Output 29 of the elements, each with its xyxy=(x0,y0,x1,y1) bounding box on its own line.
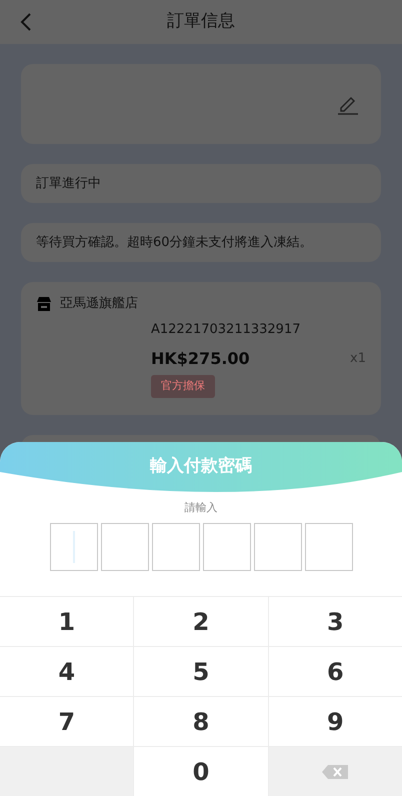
number-key[interactable]: 1 xyxy=(0,597,134,646)
pin-field[interactable] xyxy=(202,522,250,570)
order-status: 訂單進行中 xyxy=(36,174,101,193)
number-key[interactable]: 3 xyxy=(268,597,402,646)
pin-field[interactable] xyxy=(100,522,148,570)
number-key[interactable]: 7 xyxy=(0,697,134,746)
number-key[interactable]: 9 xyxy=(268,697,402,746)
pin-field[interactable] xyxy=(254,522,302,570)
number-key[interactable]: 4 xyxy=(0,647,134,696)
guarantee-tag: 官方擔保 xyxy=(151,375,215,398)
backspace-key[interactable] xyxy=(268,747,402,796)
number-key[interactable]: 5 xyxy=(134,647,268,696)
number-key[interactable]: 2 xyxy=(134,597,268,646)
number-key[interactable]: 8 xyxy=(134,697,268,746)
page-title: 訂單信息 xyxy=(167,10,235,34)
pin-field[interactable] xyxy=(304,522,352,570)
pin-field[interactable] xyxy=(152,522,200,570)
back-icon xyxy=(20,12,32,32)
number-key[interactable]: 0 xyxy=(134,747,268,796)
backspace-icon xyxy=(322,764,348,778)
store-icon xyxy=(36,296,52,311)
pin-field[interactable] xyxy=(50,522,98,570)
sheet-title: 輸入付款密碼 xyxy=(149,455,253,478)
product-code: A12221703211332917 xyxy=(151,320,302,338)
input-prompt: 請輸入 xyxy=(184,500,218,516)
product-price: HK$275.00 xyxy=(151,348,250,370)
store-name: 亞馬遜旗艦店 xyxy=(60,295,138,313)
number-key[interactable]: 6 xyxy=(268,647,402,696)
notice-text: 等待買方確認。超時60分鐘未支付將進入凍結。 xyxy=(36,234,313,252)
